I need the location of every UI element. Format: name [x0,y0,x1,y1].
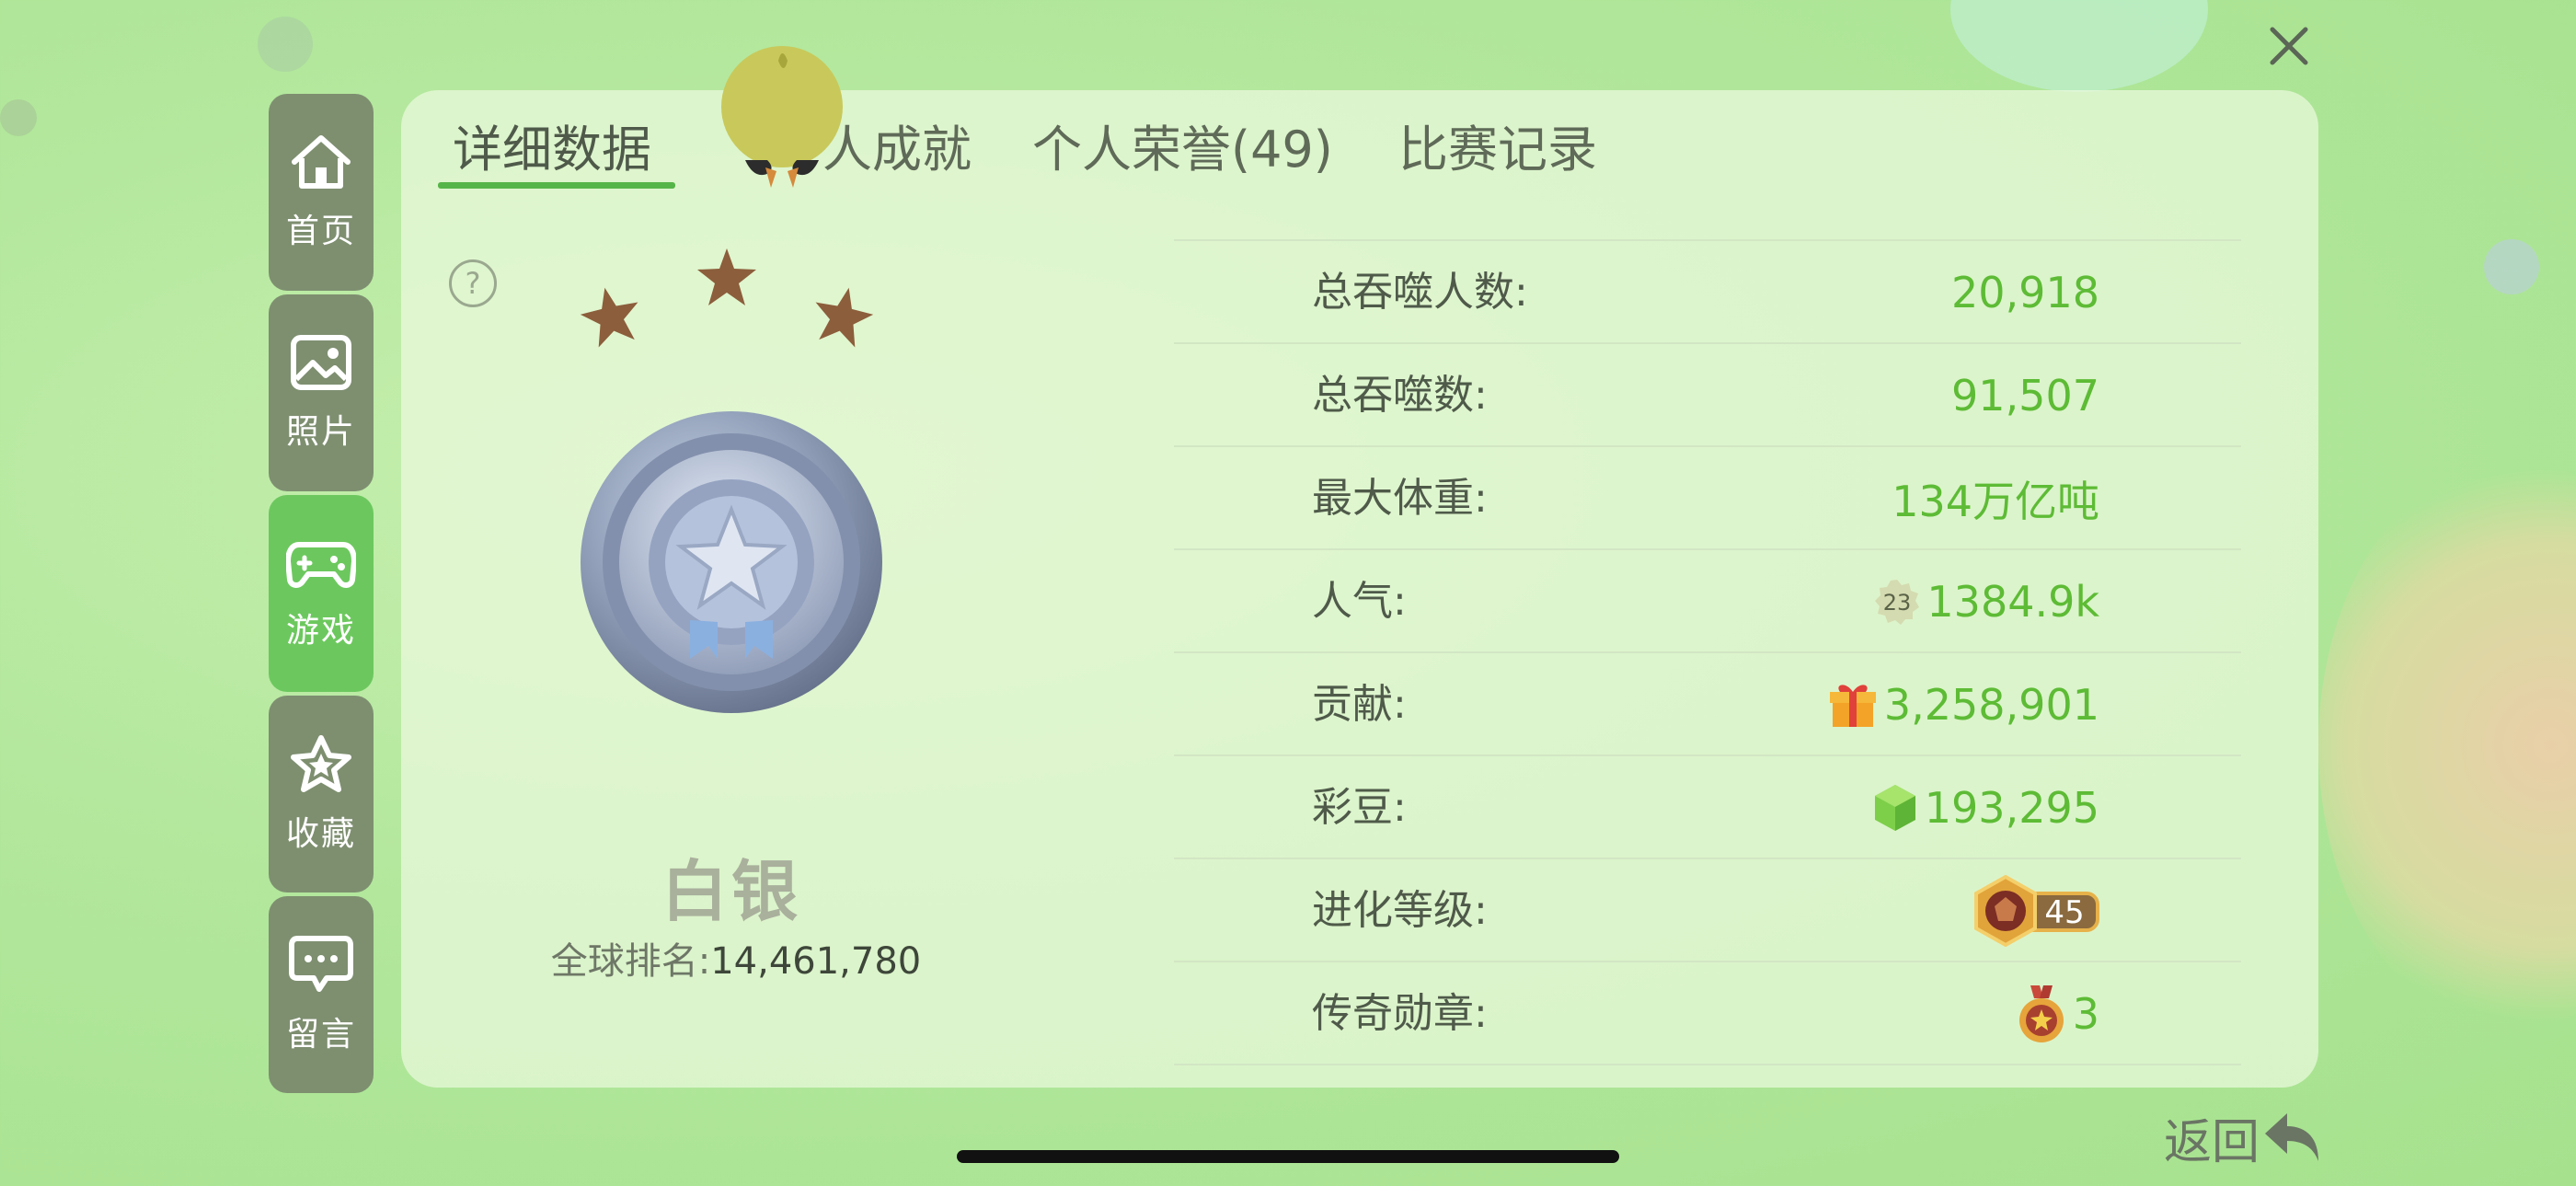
stat-value: 3 [2016,962,2099,1065]
sidebar-item-photos[interactable]: 照片 [269,294,374,491]
gift-icon [1829,685,1876,727]
stat-divider [1174,1064,2241,1065]
stat-value: 91,507 [1951,371,2099,420]
stat-label: 最大体重: [1312,475,1488,522]
rank-star-icon [580,287,638,348]
global-rank-label: 全球排名: [550,940,711,983]
back-button[interactable]: 返回 [2164,1100,2326,1174]
stat-row: 彩豆: 193,295 [1174,754,2241,859]
stat-label: 进化等级: [1312,887,1488,934]
evolution-level-text: 45 [2044,894,2084,931]
stat-row: 人气: 23 1384.9k [1174,548,2241,653]
stat-row: 总吞噬数: 91,507 [1174,342,2241,447]
silver-rank-medal [581,411,882,713]
stat-value: 45 [1972,859,2099,962]
sidebar-item-label: 留言 [285,1016,356,1054]
stat-label: 传奇勋章: [1312,990,1488,1037]
stat-label: 总吞噬人数: [1312,269,1528,316]
message-icon [289,936,353,992]
tab-honors[interactable]: 个人荣誉(49) [1032,109,1333,191]
close-button[interactable] [2261,18,2317,74]
sidebar-item-home[interactable]: 首页 [269,94,374,291]
active-tab-indicator [438,182,675,189]
home-icon [292,135,351,189]
tab-detailed-data[interactable]: 详细数据 [453,109,651,191]
photo-icon [291,335,351,390]
stat-value: 23 1384.9k [1873,550,2099,653]
rank-stars [580,248,874,348]
evolution-level-badge-icon: 45 [1974,875,2099,947]
mascot-character [721,46,843,188]
rank-star-icon [815,287,874,348]
legend-medal-icon [2018,985,2064,1042]
popularity-badge-icon: 23 [1875,580,1920,625]
stat-value: 193,295 [1871,756,2099,859]
rank-name: 白银 [661,853,801,930]
sidebar-item-label: 游戏 [285,612,356,650]
stat-value: 134万亿吨 [1892,477,2099,526]
stat-value: 20,918 [1951,268,2099,317]
background-blob [258,17,313,72]
sidebar-item-favorites[interactable]: 收藏 [269,696,374,892]
stat-row: 贡献: 3,258,901 [1174,651,2241,756]
global-rank: 全球排名:14,461,780 [497,931,975,984]
background-blob [2318,460,2576,1031]
help-question-icon[interactable]: ? [449,259,497,307]
tab-match-records[interactable]: 比赛记录 [1398,109,1597,191]
gamepad-icon [286,542,356,588]
sidebar-item-messages[interactable]: 留言 [269,896,374,1093]
stat-row: 总吞噬人数: 20,918 [1174,239,2241,344]
stat-row: 进化等级: 45 [1174,858,2241,962]
back-arrow-icon [2265,1113,2319,1161]
star-icon [291,735,351,792]
stat-value: 3,258,901 [1827,653,2099,756]
sidebar-item-label: 收藏 [285,815,356,853]
home-indicator[interactable] [957,1150,1619,1163]
stat-label: 人气: [1312,578,1407,625]
sidebar-item-label: 照片 [285,413,356,451]
rank-star-icon [697,248,756,305]
close-icon [2270,27,2308,65]
sidebar-item-label: 首页 [285,213,356,250]
stat-label: 贡献: [1312,681,1407,728]
background-blob [0,99,37,136]
background-blob [2484,239,2539,294]
stat-label: 彩豆: [1312,784,1407,831]
popularity-badge-text: 23 [1883,590,1912,616]
stat-row: 传奇勋章: 3 [1174,961,2241,1065]
stat-label: 总吞噬数: [1312,372,1488,419]
global-rank-value: 14,461,780 [710,940,922,983]
bean-gem-icon [1874,785,1915,831]
sidebar-item-games[interactable]: 游戏 [269,495,374,692]
back-label: 返回 [2164,1114,2260,1170]
stat-row: 最大体重: 134万亿吨 [1174,445,2241,550]
background-blob [1950,0,2208,92]
